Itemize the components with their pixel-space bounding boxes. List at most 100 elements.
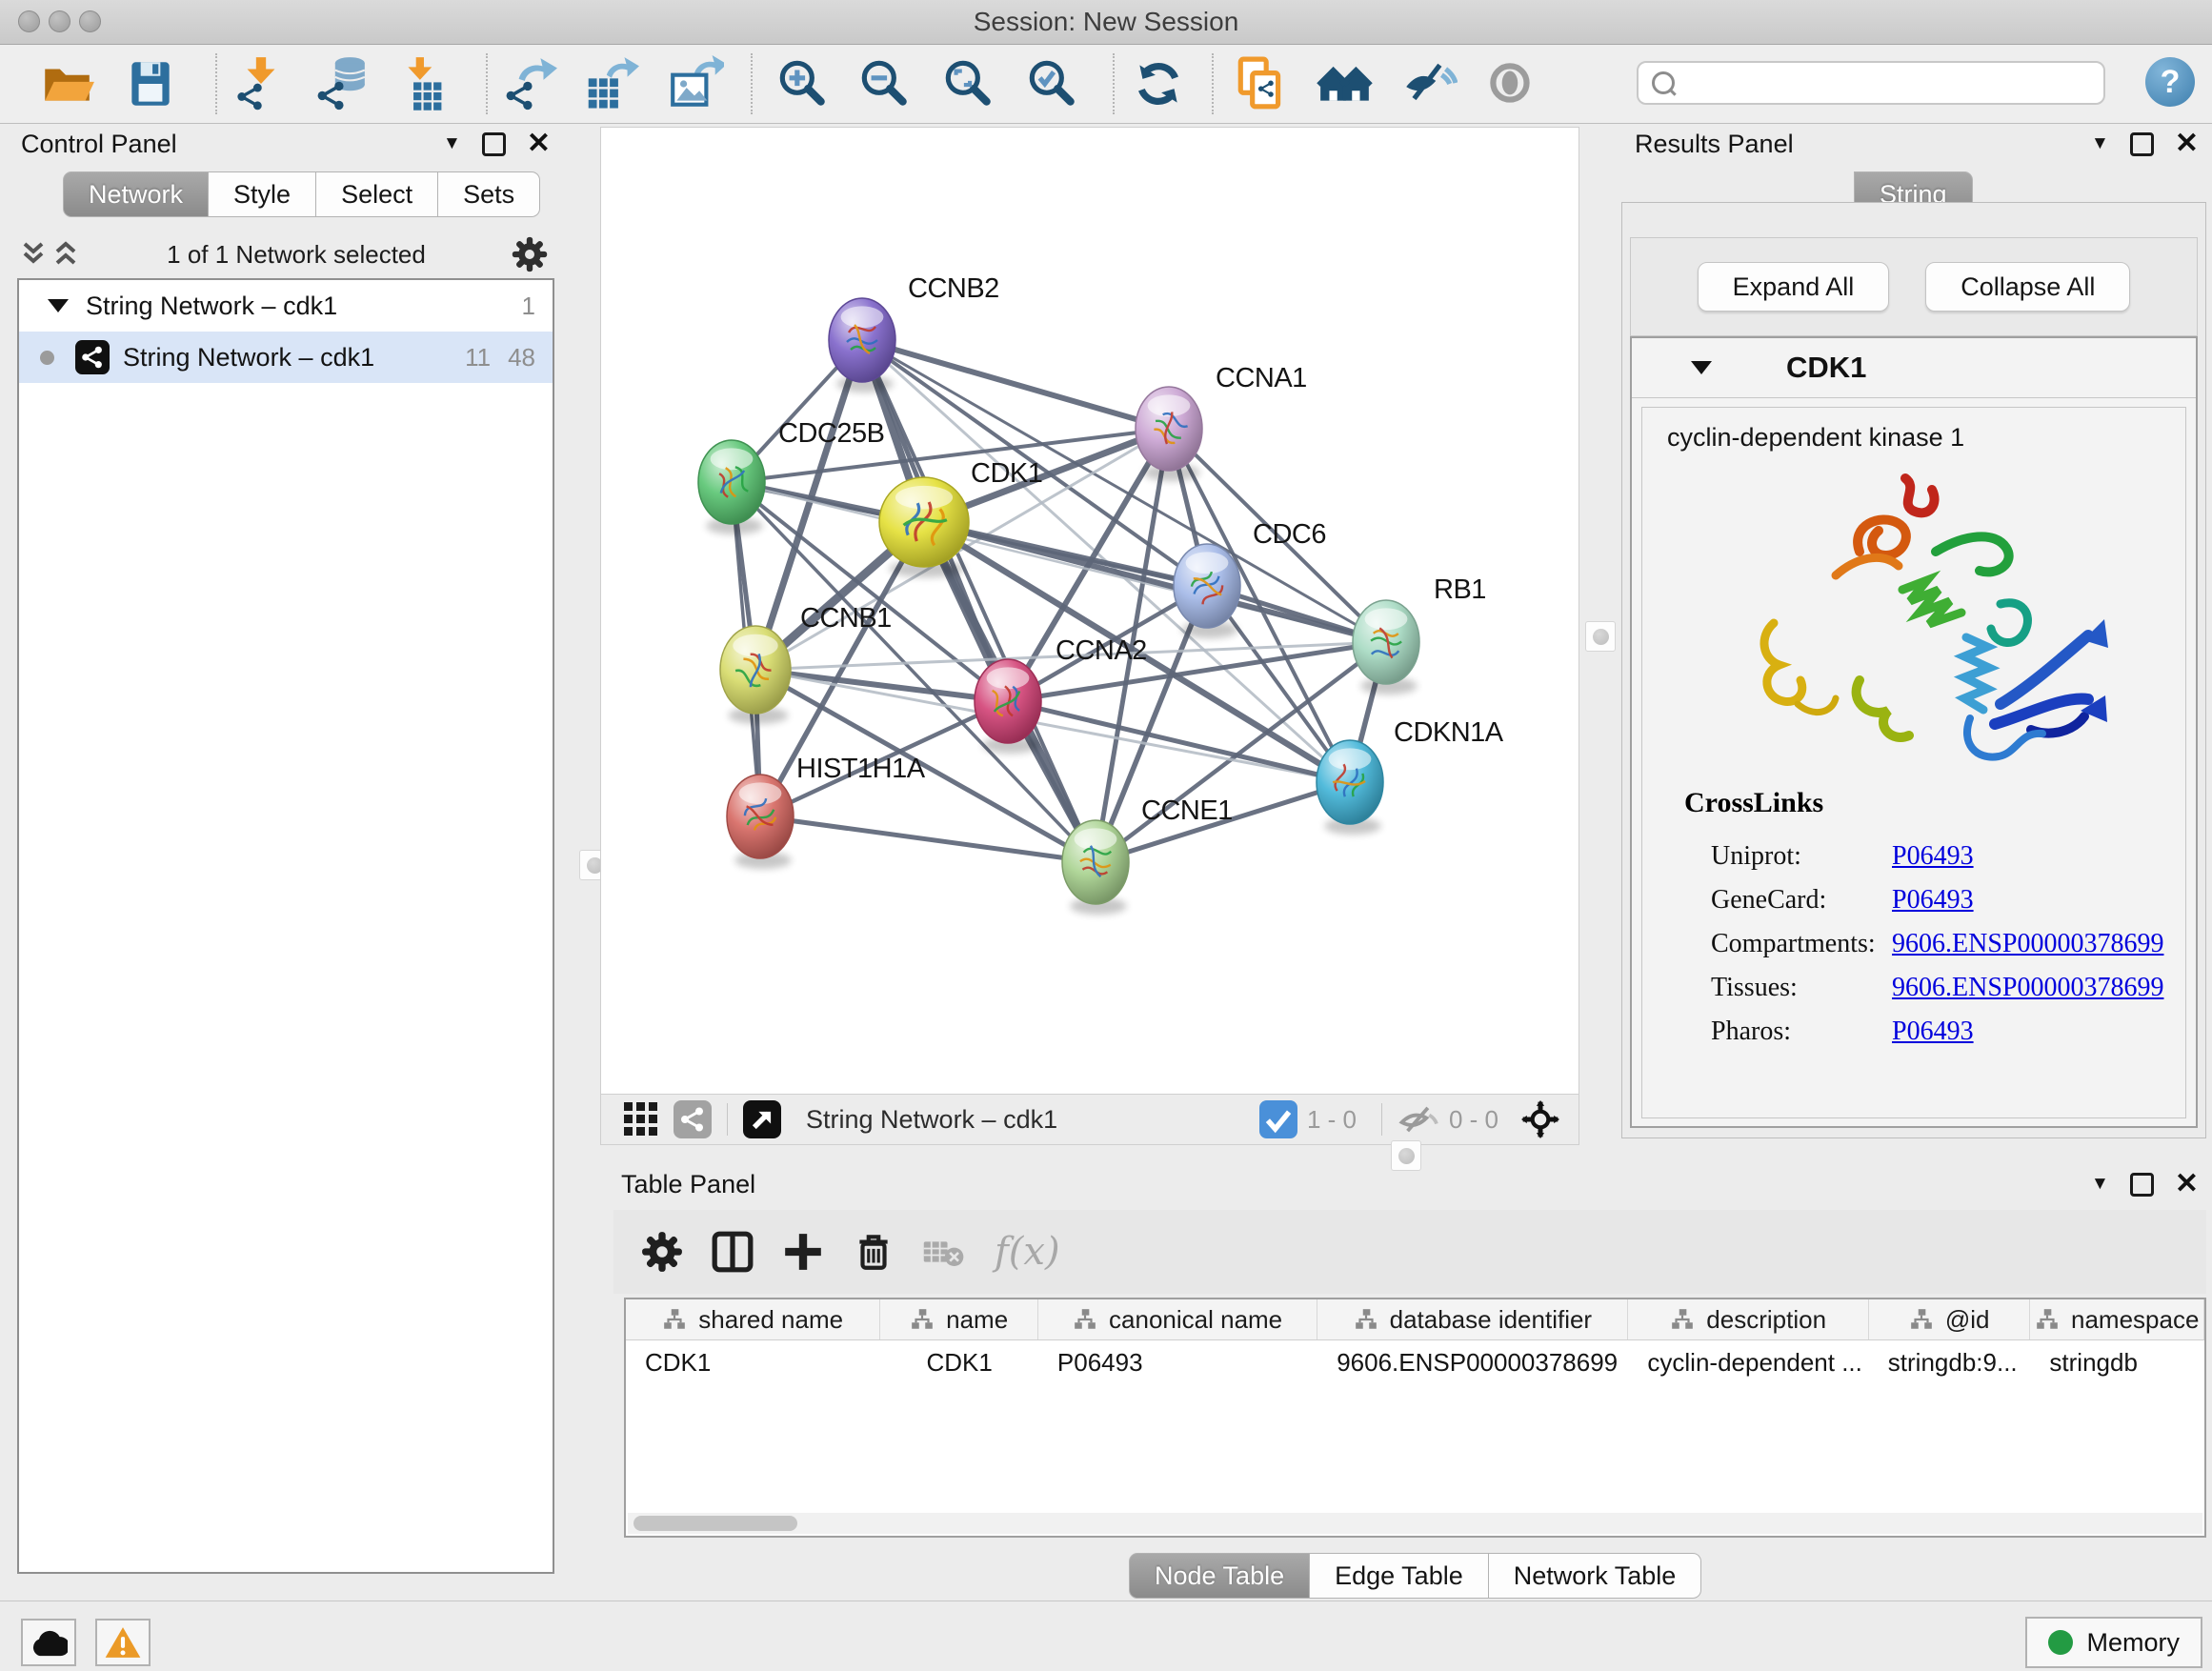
table-cell[interactable]: 9606.ENSP00000378699 — [1317, 1340, 1628, 1384]
delete-column-trash-icon[interactable] — [852, 1230, 895, 1274]
refresh-view-button[interactable] — [1130, 55, 1187, 112]
crosslink-link[interactable]: P06493 — [1892, 1017, 1974, 1047]
export-image-icon — [667, 55, 724, 112]
hidden-eye-icon[interactable] — [1398, 1100, 1439, 1138]
panel-close-icon[interactable]: ✕ — [2175, 1170, 2199, 1198]
export-image-button[interactable] — [667, 55, 724, 112]
search-input[interactable] — [1688, 66, 2092, 100]
bottom-splitter[interactable] — [600, 1145, 2212, 1164]
panel-menu-icon[interactable]: ▼ — [443, 133, 461, 154]
tab-sets[interactable]: Sets — [438, 171, 540, 217]
network-canvas[interactable]: CCNB2CCNA1CDC25BCDK1CDC6RB1CCNB1CCNA2CDK… — [601, 128, 1579, 1095]
table-cell[interactable]: P06493 — [1038, 1340, 1317, 1384]
network-view[interactable]: CCNB2CCNA1CDC25BCDK1CDC6RB1CCNB1CCNA2CDK… — [600, 127, 1579, 1145]
tab-edge-table[interactable]: Edge Table — [1310, 1553, 1489, 1599]
gene-entry-header[interactable]: CDK1 — [1632, 338, 2196, 398]
import-table-button[interactable] — [396, 55, 453, 112]
import-network-from-database-button[interactable] — [312, 55, 370, 112]
column-header-name[interactable]: name — [880, 1299, 1038, 1339]
zoom-selected-button[interactable] — [1023, 55, 1080, 112]
birdseye-view-icon[interactable] — [743, 1100, 781, 1138]
cloud-status-button[interactable] — [21, 1619, 76, 1666]
table-row[interactable]: CDK1CDK1P064939606.ENSP00000378699cyclin… — [626, 1340, 2204, 1384]
save-session-button[interactable] — [122, 55, 179, 112]
panel-menu-icon[interactable]: ▼ — [2091, 133, 2109, 154]
network-node-CDKN1A — [1317, 740, 1383, 835]
tab-network-table[interactable]: Network Table — [1489, 1553, 1702, 1599]
warning-status-button[interactable] — [95, 1619, 151, 1666]
zoom-in-button[interactable] — [774, 55, 831, 112]
tab-select[interactable]: Select — [316, 171, 438, 217]
open-session-button[interactable] — [38, 55, 95, 112]
delete-table-icon[interactable] — [922, 1230, 966, 1274]
zoom-out-button[interactable] — [855, 55, 913, 112]
panel-close-icon[interactable]: ✕ — [527, 130, 551, 158]
network-collection-row[interactable]: String Network – cdk1 1 — [19, 280, 553, 332]
left-splitter[interactable] — [564, 124, 600, 1576]
create-column-plus-icon[interactable] — [781, 1230, 825, 1274]
table-cell[interactable]: CDK1 — [880, 1340, 1038, 1384]
zoom-fit-button[interactable] — [939, 55, 996, 112]
birdseye-toggle-crosshair-icon[interactable] — [1521, 1100, 1559, 1138]
column-header-shared-name[interactable]: shared name — [626, 1299, 880, 1339]
panel-close-icon[interactable]: ✕ — [2175, 130, 2199, 158]
export-network-icon — [501, 55, 558, 112]
show-graphics-details-button[interactable] — [1482, 55, 1539, 112]
column-header--id[interactable]: @id — [1869, 1299, 2031, 1339]
crosslink-link[interactable]: 9606.ENSP00000378699 — [1892, 973, 2163, 1003]
collapse-all-button[interactable]: Collapse All — [1925, 262, 2130, 312]
function-builder-icon[interactable]: f(x) — [995, 1230, 1060, 1274]
help-button[interactable]: ? — [2145, 57, 2195, 107]
table-tabs: Node Table Edge Table Network Table — [1129, 1553, 1701, 1599]
clone-network-button[interactable] — [1233, 55, 1290, 112]
network-row[interactable]: String Network – cdk1 11 48 — [19, 332, 553, 383]
collection-expand-icon[interactable] — [48, 299, 69, 312]
network-options-gear-icon[interactable] — [511, 235, 549, 273]
crosslink-link[interactable]: 9606.ENSP00000378699 — [1892, 929, 2163, 959]
crosslink-row: Pharos:P06493 — [1711, 1010, 2166, 1054]
netbar-separator — [1381, 1103, 1382, 1136]
tab-style[interactable]: Style — [209, 171, 316, 217]
memory-button[interactable]: Memory — [2025, 1617, 2202, 1668]
crosslink-link[interactable]: P06493 — [1892, 841, 1974, 872]
horizontal-scrollbar[interactable] — [628, 1513, 2202, 1534]
panel-menu-icon[interactable]: ▼ — [2091, 1174, 2109, 1195]
table-cell[interactable]: cyclin-dependent ... — [1628, 1340, 1868, 1384]
panel-float-icon[interactable] — [2130, 1173, 2154, 1197]
import-network-button[interactable] — [232, 55, 290, 112]
gene-description: cyclin-dependent kinase 1 — [1667, 423, 2185, 453]
crosslink-row: Compartments:9606.ENSP00000378699 — [1711, 922, 2166, 966]
table-cell[interactable]: stringdb — [2030, 1340, 2204, 1384]
panel-float-icon[interactable] — [2130, 132, 2154, 156]
tab-network[interactable]: Network — [63, 171, 209, 217]
table-toolbar: f(x) — [613, 1210, 2206, 1294]
column-header-database-identifier[interactable]: database identifier — [1317, 1299, 1628, 1339]
table-options-gear-icon[interactable] — [640, 1230, 684, 1274]
expand-all-button[interactable]: Expand All — [1698, 262, 1890, 312]
entry-collapse-icon[interactable] — [1691, 361, 1712, 374]
column-type-icon — [2035, 1307, 2060, 1332]
export-table-button[interactable] — [583, 55, 640, 112]
svg-text:HIST1H1A: HIST1H1A — [796, 754, 926, 784]
scrollbar-thumb[interactable] — [633, 1516, 797, 1531]
selected-nodes-checkbox-icon[interactable] — [1259, 1100, 1297, 1138]
table-cell[interactable]: CDK1 — [626, 1340, 880, 1384]
crosslink-link[interactable]: P06493 — [1892, 885, 1974, 916]
panel-float-icon[interactable] — [482, 132, 506, 156]
expand-all-icon[interactable] — [50, 240, 82, 269]
export-network-button[interactable] — [501, 55, 558, 112]
hide-unhide-button[interactable] — [1400, 55, 1458, 112]
column-header-namespace[interactable]: namespace — [2030, 1299, 2204, 1339]
tab-node-table[interactable]: Node Table — [1129, 1553, 1310, 1599]
show-columns-icon[interactable] — [711, 1230, 754, 1274]
column-header-canonical-name[interactable]: canonical name — [1038, 1299, 1317, 1339]
column-header-description[interactable]: description — [1628, 1299, 1868, 1339]
table-cell[interactable]: stringdb:9... — [1869, 1340, 2031, 1384]
collapse-all-icon[interactable] — [17, 240, 50, 269]
home-layout-button[interactable] — [1317, 55, 1374, 112]
network-view-icon[interactable] — [674, 1100, 712, 1138]
grid-view-icon[interactable] — [622, 1100, 660, 1138]
right-splitter[interactable] — [1579, 124, 1621, 1145]
right-splitter-handle[interactable] — [1585, 621, 1616, 652]
network-node-RB1 — [1353, 600, 1419, 695]
